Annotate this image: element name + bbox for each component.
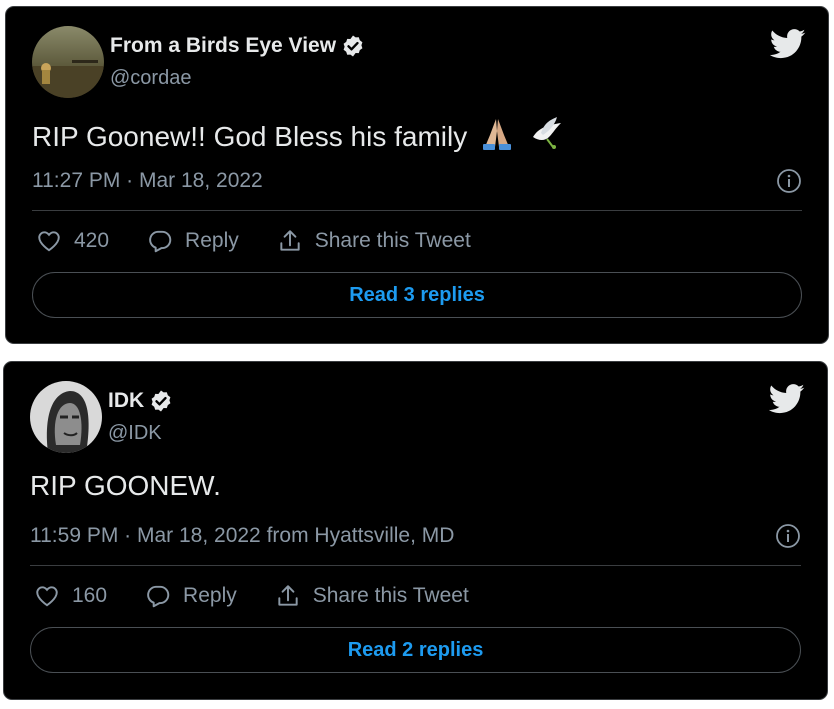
share-button[interactable]: Share this Tweet xyxy=(275,583,469,609)
author-handle[interactable]: @IDK xyxy=(108,422,162,445)
tweet-card: From a Birds Eye View @cordae RIP Goonew… xyxy=(5,6,829,344)
like-count: 160 xyxy=(72,584,108,607)
heart-icon xyxy=(38,231,60,252)
info-icon[interactable] xyxy=(775,523,801,549)
dove-emoji xyxy=(527,115,567,158)
reply-button[interactable]: Reply xyxy=(145,583,237,609)
tweet-timestamp[interactable]: 11:27 PM · Mar 18, 2022 xyxy=(32,169,263,193)
read-replies-button[interactable]: Read 3 replies xyxy=(32,272,802,318)
share-label: Share this Tweet xyxy=(314,229,471,252)
like-button[interactable]: 420 xyxy=(36,228,109,254)
tweet-actions: 160 Reply Share this Tweet xyxy=(34,583,507,609)
verified-badge-icon xyxy=(151,390,171,412)
folded-hands-emoji xyxy=(477,115,517,158)
reply-label: Reply xyxy=(185,229,239,252)
author-handle[interactable]: @cordae xyxy=(110,67,191,90)
twitter-bird-icon[interactable] xyxy=(770,29,806,59)
author-name-row[interactable]: IDK xyxy=(108,389,173,413)
author-name-row[interactable]: From a Birds Eye View xyxy=(110,34,365,58)
tweet-card: IDK @IDK RIP GOONEW. 11:59 PM · Mar 18, … xyxy=(3,361,828,700)
reply-bubble-icon xyxy=(149,230,172,253)
info-icon[interactable] xyxy=(776,168,802,194)
twitter-bird-icon[interactable] xyxy=(769,384,805,414)
read-replies-button[interactable]: Read 2 replies xyxy=(30,627,801,673)
verified-badge-icon xyxy=(343,35,363,57)
tweet-actions: 420 Reply Share this Tweet xyxy=(36,228,509,254)
divider xyxy=(30,565,801,566)
tweet-text: RIP Goonew!! God Bless his family xyxy=(32,115,567,158)
share-button[interactable]: Share this Tweet xyxy=(277,228,471,254)
display-name[interactable]: From a Birds Eye View xyxy=(110,34,336,58)
divider xyxy=(32,210,802,211)
share-icon xyxy=(280,230,300,251)
tweet-text-content: RIP Goonew!! God Bless his family xyxy=(32,120,468,152)
display-name[interactable]: IDK xyxy=(108,389,144,413)
avatar[interactable] xyxy=(32,26,104,98)
reply-bubble-icon xyxy=(147,585,170,608)
avatar[interactable] xyxy=(30,381,102,453)
share-icon xyxy=(278,585,298,606)
like-button[interactable]: 160 xyxy=(34,583,107,609)
reply-label: Reply xyxy=(183,584,237,607)
tweet-text: RIP GOONEW. xyxy=(30,470,221,502)
like-count: 420 xyxy=(74,229,110,252)
heart-icon xyxy=(36,586,58,607)
tweet-timestamp[interactable]: 11:59 PM · Mar 18, 2022 from Hyattsville… xyxy=(30,524,454,548)
reply-button[interactable]: Reply xyxy=(147,228,239,254)
tweet-text-content: RIP GOONEW. xyxy=(30,470,221,501)
share-label: Share this Tweet xyxy=(312,584,469,607)
